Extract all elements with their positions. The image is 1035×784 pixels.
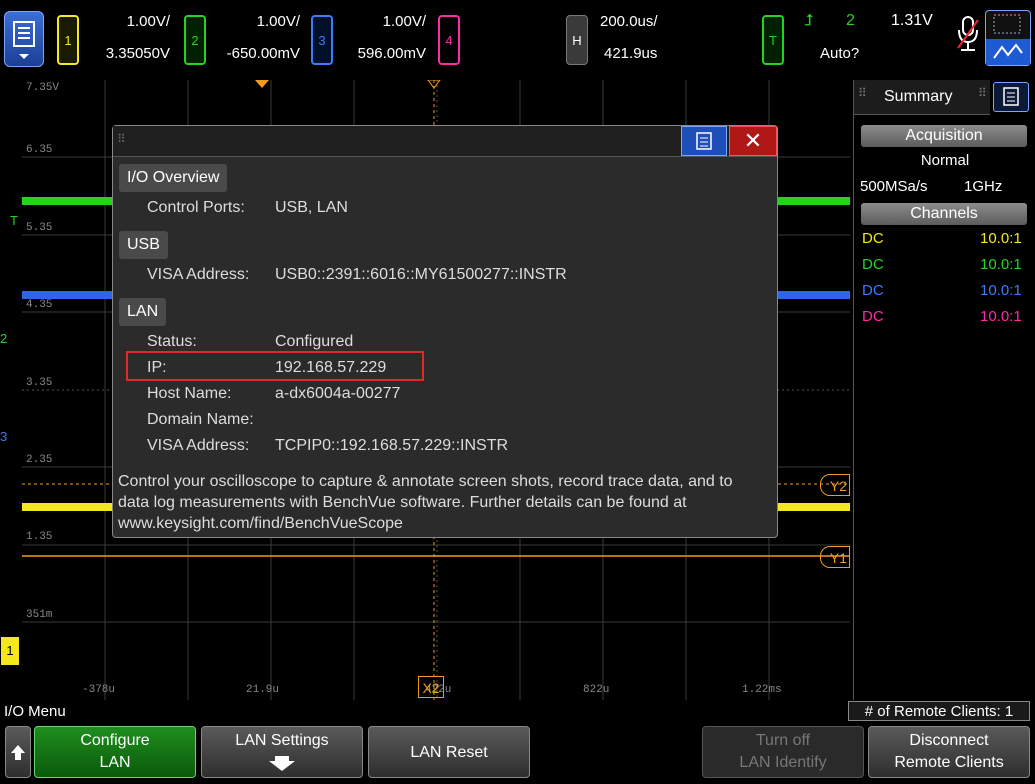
channel-2-probe: 10.0:1 [980, 256, 1022, 273]
main-menu-button[interactable] [4, 11, 44, 67]
trigger-badge[interactable]: T [762, 15, 784, 65]
lan-visa-label: VISA Address: [147, 437, 250, 454]
io-overview-dialog: ⠿ ✕ I/O Overview Control Ports: USB, LAN… [112, 125, 778, 538]
channel-2-ground-marker[interactable]: 2 [0, 331, 7, 346]
channel-4-probe: 10.0:1 [980, 308, 1022, 325]
channel-2-coupling: DC [862, 256, 884, 273]
zoom-touch-button[interactable] [985, 10, 1031, 66]
control-ports-label: Control Ports: [147, 199, 245, 216]
y-tick-label: 1.35 [26, 531, 53, 543]
cursor-y2-tag[interactable]: Y2 [820, 474, 850, 496]
channel-1-ground-marker[interactable]: 1 [1, 637, 19, 665]
trigger-level: 1.31V [891, 12, 933, 29]
horizontal-delay: 421.9us [604, 45, 658, 62]
dialog-titlebar[interactable]: ⠿ [113, 126, 777, 157]
x-tick-label: 21.9u [246, 684, 280, 696]
y-tick-label: 7.35V [26, 82, 60, 94]
close-icon[interactable]: ✕ [729, 126, 777, 156]
drag-handle-icon: ⠿ [858, 86, 867, 100]
drag-handle-icon: ⠿ [978, 86, 987, 100]
usb-visa-label: VISA Address: [147, 266, 250, 283]
menu-status-strip: I/O Menu # of Remote Clients: 1 [0, 700, 1035, 722]
channel-1-badge[interactable]: 1 [57, 15, 79, 65]
benchvue-info-text: Control your oscilloscope to capture & a… [118, 473, 733, 532]
turn-off-lan-identify-softkey[interactable]: Turn off LAN Identify [702, 726, 864, 778]
acquisition-mode: Normal [920, 152, 970, 169]
channel-3-offset: 596.00mV [357, 45, 426, 62]
lan-status-label: Status: [147, 333, 197, 350]
summary-side-panel: ⠿ Summary ⠿ Acquisition Normal 500MSa/s … [853, 80, 1035, 700]
control-ports-value: USB, LAN [275, 199, 348, 216]
horizontal-badge[interactable]: H [566, 15, 588, 65]
arrow-down-icon [269, 756, 295, 771]
lan-status-value: Configured [275, 333, 354, 350]
section-usb: USB [119, 231, 168, 259]
y-tick-label: 4.35 [26, 299, 53, 311]
dialog-menu-button[interactable] [681, 126, 727, 156]
lan-ip-value: 192.168.57.229 [275, 359, 387, 376]
channel-1-probe: 10.0:1 [980, 230, 1022, 247]
disconnect-remote-clients-softkey[interactable]: Disconnect Remote Clients [868, 726, 1030, 778]
channels-header[interactable]: Channels [861, 203, 1027, 225]
channel-2-badge[interactable]: 2 [184, 15, 206, 65]
section-lan: LAN [119, 298, 167, 326]
x-tick-label: -378u [82, 684, 116, 696]
menu-list-icon [1003, 87, 1019, 106]
tab-summary[interactable]: ⠿ Summary ⠿ [854, 80, 990, 115]
lan-domain-label: Domain Name: [147, 411, 254, 428]
y-tick-label: 3.35 [26, 377, 53, 389]
channel-1-scale: 1.00V/ [126, 13, 170, 30]
top-status-bar: 1 1.00V/ 3.35050V 2 1.00V/ -650.00mV 3 1… [0, 0, 1035, 80]
acquisition-header[interactable]: Acquisition [861, 125, 1027, 147]
sample-rate: 500MSa/s [860, 178, 928, 195]
lan-settings-softkey[interactable]: LAN Settings [201, 726, 363, 778]
lan-hostname-value: a-dx6004a-00277 [275, 385, 401, 402]
channel-3-ground-marker[interactable]: 3 [0, 429, 7, 444]
channel-4-badge[interactable]: 4 [438, 15, 460, 65]
drag-handle-icon: ⠿ [117, 132, 126, 146]
microphone-icon[interactable] [955, 14, 981, 54]
arrow-up-icon [11, 745, 25, 760]
channel-3-badge[interactable]: 3 [311, 15, 333, 65]
x-tick-label: 822u [583, 684, 610, 696]
horizontal-scale: 200.0us/ [600, 13, 658, 30]
lan-reset-softkey[interactable]: LAN Reset [368, 726, 530, 778]
lan-hostname-label: Host Name: [147, 385, 232, 402]
zoom-box-icon [986, 14, 1030, 65]
usb-visa-value: USB0::2391::6016::MY61500277::INSTR [275, 266, 567, 283]
lan-ip-label: IP: [147, 359, 167, 376]
softkey-bar: Configure LAN LAN Settings LAN Reset Tur… [0, 722, 1035, 784]
menu-up-button[interactable] [5, 726, 31, 778]
side-menu-button[interactable] [993, 82, 1029, 112]
menu-list-icon [13, 21, 35, 59]
cursor-y1-tag[interactable]: Y1 [820, 546, 850, 568]
remote-clients-count: # of Remote Clients: 1 [848, 701, 1030, 721]
cursor-x2-tag[interactable]: X2 [418, 676, 444, 698]
channel-3-probe: 10.0:1 [980, 282, 1022, 299]
y-tick-label: 351m [26, 609, 53, 621]
trigger-mode: Auto? [820, 45, 860, 62]
y-tick-label: 2.35 [26, 454, 53, 466]
channel-2-scale: 1.00V/ [256, 13, 300, 30]
lan-visa-value: TCPIP0::192.168.57.229::INSTR [275, 437, 509, 454]
section-io-overview: I/O Overview [119, 164, 228, 192]
menu-list-icon [696, 132, 712, 150]
trigger-edge-icon: ⮥ [804, 12, 814, 29]
bandwidth: 1GHz [964, 178, 1003, 195]
y-tick-label: 5.35 [26, 222, 53, 234]
channel-3-scale: 1.00V/ [382, 13, 426, 30]
channel-2-offset: -650.00mV [226, 45, 300, 62]
x-tick-label: 1.22ms [742, 684, 782, 696]
channel-4-coupling: DC [862, 308, 884, 325]
channel-3-coupling: DC [862, 282, 884, 299]
trigger-source: 2 [846, 12, 855, 29]
menu-title: I/O Menu [4, 703, 66, 720]
channel-1-offset: 3.35050V [105, 45, 170, 62]
channel-1-coupling: DC [862, 230, 884, 247]
configure-lan-softkey[interactable]: Configure LAN [34, 726, 196, 778]
y-tick-label: 6.35 [26, 144, 53, 156]
trigger-level-marker[interactable]: T [10, 213, 18, 228]
